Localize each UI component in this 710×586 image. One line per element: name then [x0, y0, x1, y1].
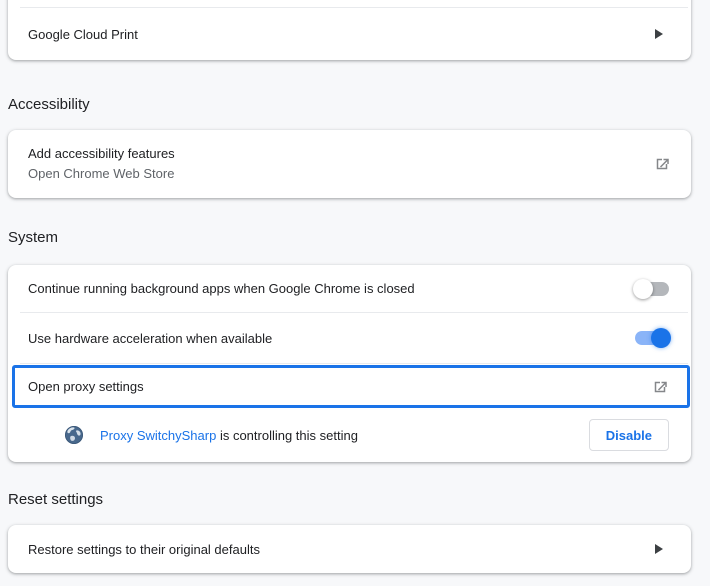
row-background-apps[interactable]: Continue running background apps when Go… — [8, 265, 691, 312]
row-restore-defaults[interactable]: Restore settings to their original defau… — [8, 525, 691, 573]
row-label: Continue running background apps when Go… — [28, 281, 415, 296]
row-title: Add accessibility features — [28, 146, 175, 161]
indicator-suffix: is controlling this setting — [216, 427, 358, 443]
row-label: Google Cloud Print — [28, 26, 138, 42]
row-label: Restore settings to their original defau… — [28, 541, 260, 557]
reset-settings-card: Restore settings to their original defau… — [8, 525, 691, 573]
background-apps-toggle[interactable] — [633, 278, 669, 299]
system-card: Continue running background apps when Go… — [8, 265, 691, 462]
reset-settings-heading: Reset settings — [8, 491, 104, 508]
row-label: Open proxy settings — [28, 379, 144, 394]
extension-controlled-indicator: Proxy SwitchySharp is controlling this s… — [8, 408, 691, 462]
switchysharp-extension-icon — [64, 425, 84, 445]
system-heading: System — [8, 229, 59, 246]
switchysharp-link[interactable]: Proxy SwitchySharp — [100, 428, 216, 443]
row-subtitle: Open Chrome Web Store — [28, 166, 175, 181]
row-text-block: Add accessibility features Open Chrome W… — [28, 144, 175, 184]
open-in-new-icon — [653, 155, 671, 173]
row-google-cloud-print[interactable]: Google Cloud Print — [8, 8, 691, 60]
arrow-right-icon — [655, 544, 663, 554]
row-open-proxy-settings[interactable]: Open proxy settings — [12, 365, 690, 408]
google-cloud-print-card: Google Cloud Print — [8, 0, 691, 60]
row-hardware-acceleration[interactable]: Use hardware acceleration when available — [8, 313, 691, 363]
row-add-accessibility-features[interactable]: Add accessibility features Open Chrome W… — [8, 130, 691, 198]
accessibility-heading: Accessibility — [8, 96, 90, 113]
disable-button[interactable]: Disable — [588, 419, 669, 451]
arrow-right-icon — [655, 29, 663, 39]
row-label: Use hardware acceleration when available — [28, 330, 273, 346]
row-divider — [20, 363, 688, 364]
accessibility-card: Add accessibility features Open Chrome W… — [8, 130, 691, 198]
hardware-acceleration-toggle[interactable] — [635, 328, 671, 348]
indicator-text: Proxy SwitchySharp is controlling this s… — [100, 428, 358, 443]
open-in-new-icon — [651, 378, 669, 396]
